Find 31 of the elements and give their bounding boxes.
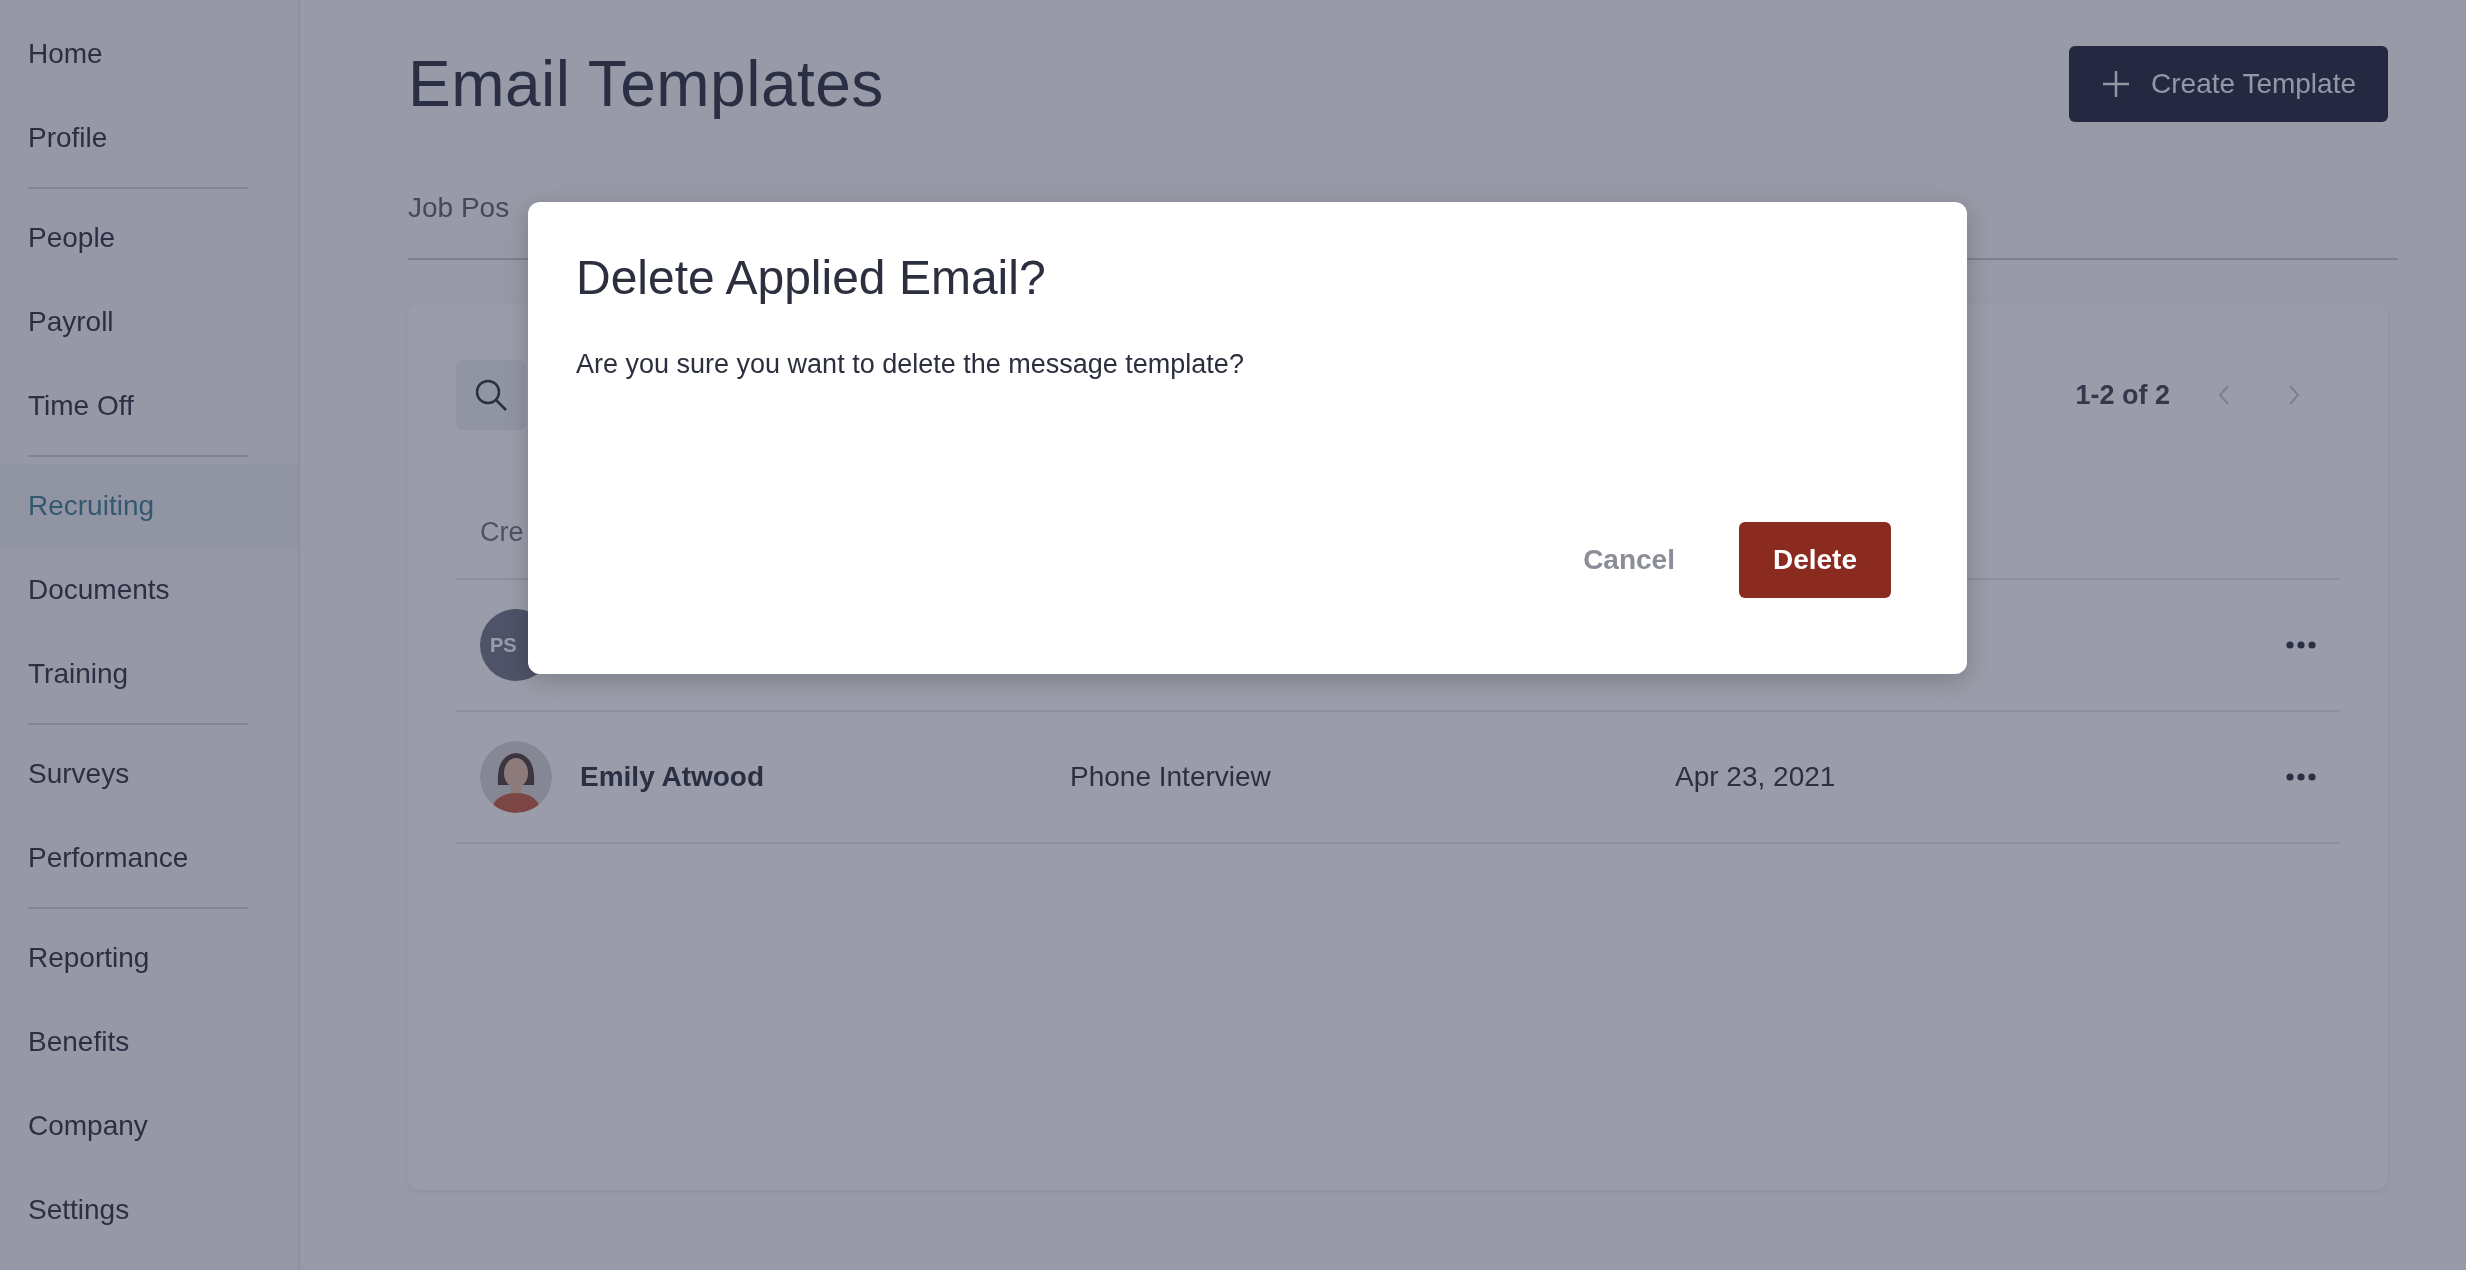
sidebar-item[interactable]: Company bbox=[0, 1084, 298, 1168]
search-button[interactable] bbox=[456, 360, 526, 430]
column-header: Cre bbox=[480, 517, 524, 548]
dialog-message: Are you sure you want to delete the message template? bbox=[576, 349, 1245, 380]
sidebar-item[interactable]: Documents bbox=[0, 548, 298, 632]
cancel-button[interactable]: Cancel bbox=[1549, 522, 1709, 598]
table-cell-text: Phone Interview bbox=[1070, 761, 1272, 793]
sidebar-item[interactable]: Training bbox=[0, 632, 298, 716]
pagination-count: 1-2 of 2 bbox=[2075, 379, 2170, 411]
dialog-title: Delete Applied Email? bbox=[576, 250, 1047, 305]
sidebar-item[interactable]: Benefits bbox=[0, 1000, 298, 1084]
tab[interactable]: Job Pos bbox=[408, 192, 510, 224]
delete-button[interactable]: Delete bbox=[1738, 522, 1891, 598]
plus-icon bbox=[2101, 69, 2132, 99]
sidebar-item[interactable]: Reporting bbox=[0, 916, 298, 1000]
sidebar-item[interactable]: Surveys bbox=[0, 732, 298, 816]
sidebar-item[interactable]: Performance bbox=[0, 816, 298, 900]
sidebar-item[interactable]: People bbox=[0, 196, 298, 280]
sidebar-item[interactable]: Settings bbox=[0, 1168, 298, 1252]
more-icon[interactable] bbox=[2286, 641, 2316, 649]
table-cell-text: Apr 23, 2021 bbox=[1675, 761, 1837, 793]
sidebar-item[interactable]: Payroll bbox=[0, 280, 298, 364]
sidebar-item[interactable]: Home bbox=[0, 12, 298, 96]
sidebar-item[interactable]: Profile bbox=[0, 96, 298, 180]
more-icon[interactable] bbox=[2286, 773, 2316, 781]
create-template-button[interactable]: Create Template bbox=[2069, 46, 2388, 122]
page-title: Email Templates bbox=[408, 47, 884, 121]
search-icon bbox=[473, 377, 509, 413]
sidebar-item[interactable]: Time Off bbox=[0, 364, 298, 448]
sidebar-item[interactable]: Recruiting bbox=[0, 464, 298, 548]
table-cell-text: Emily Atwood bbox=[580, 761, 766, 793]
